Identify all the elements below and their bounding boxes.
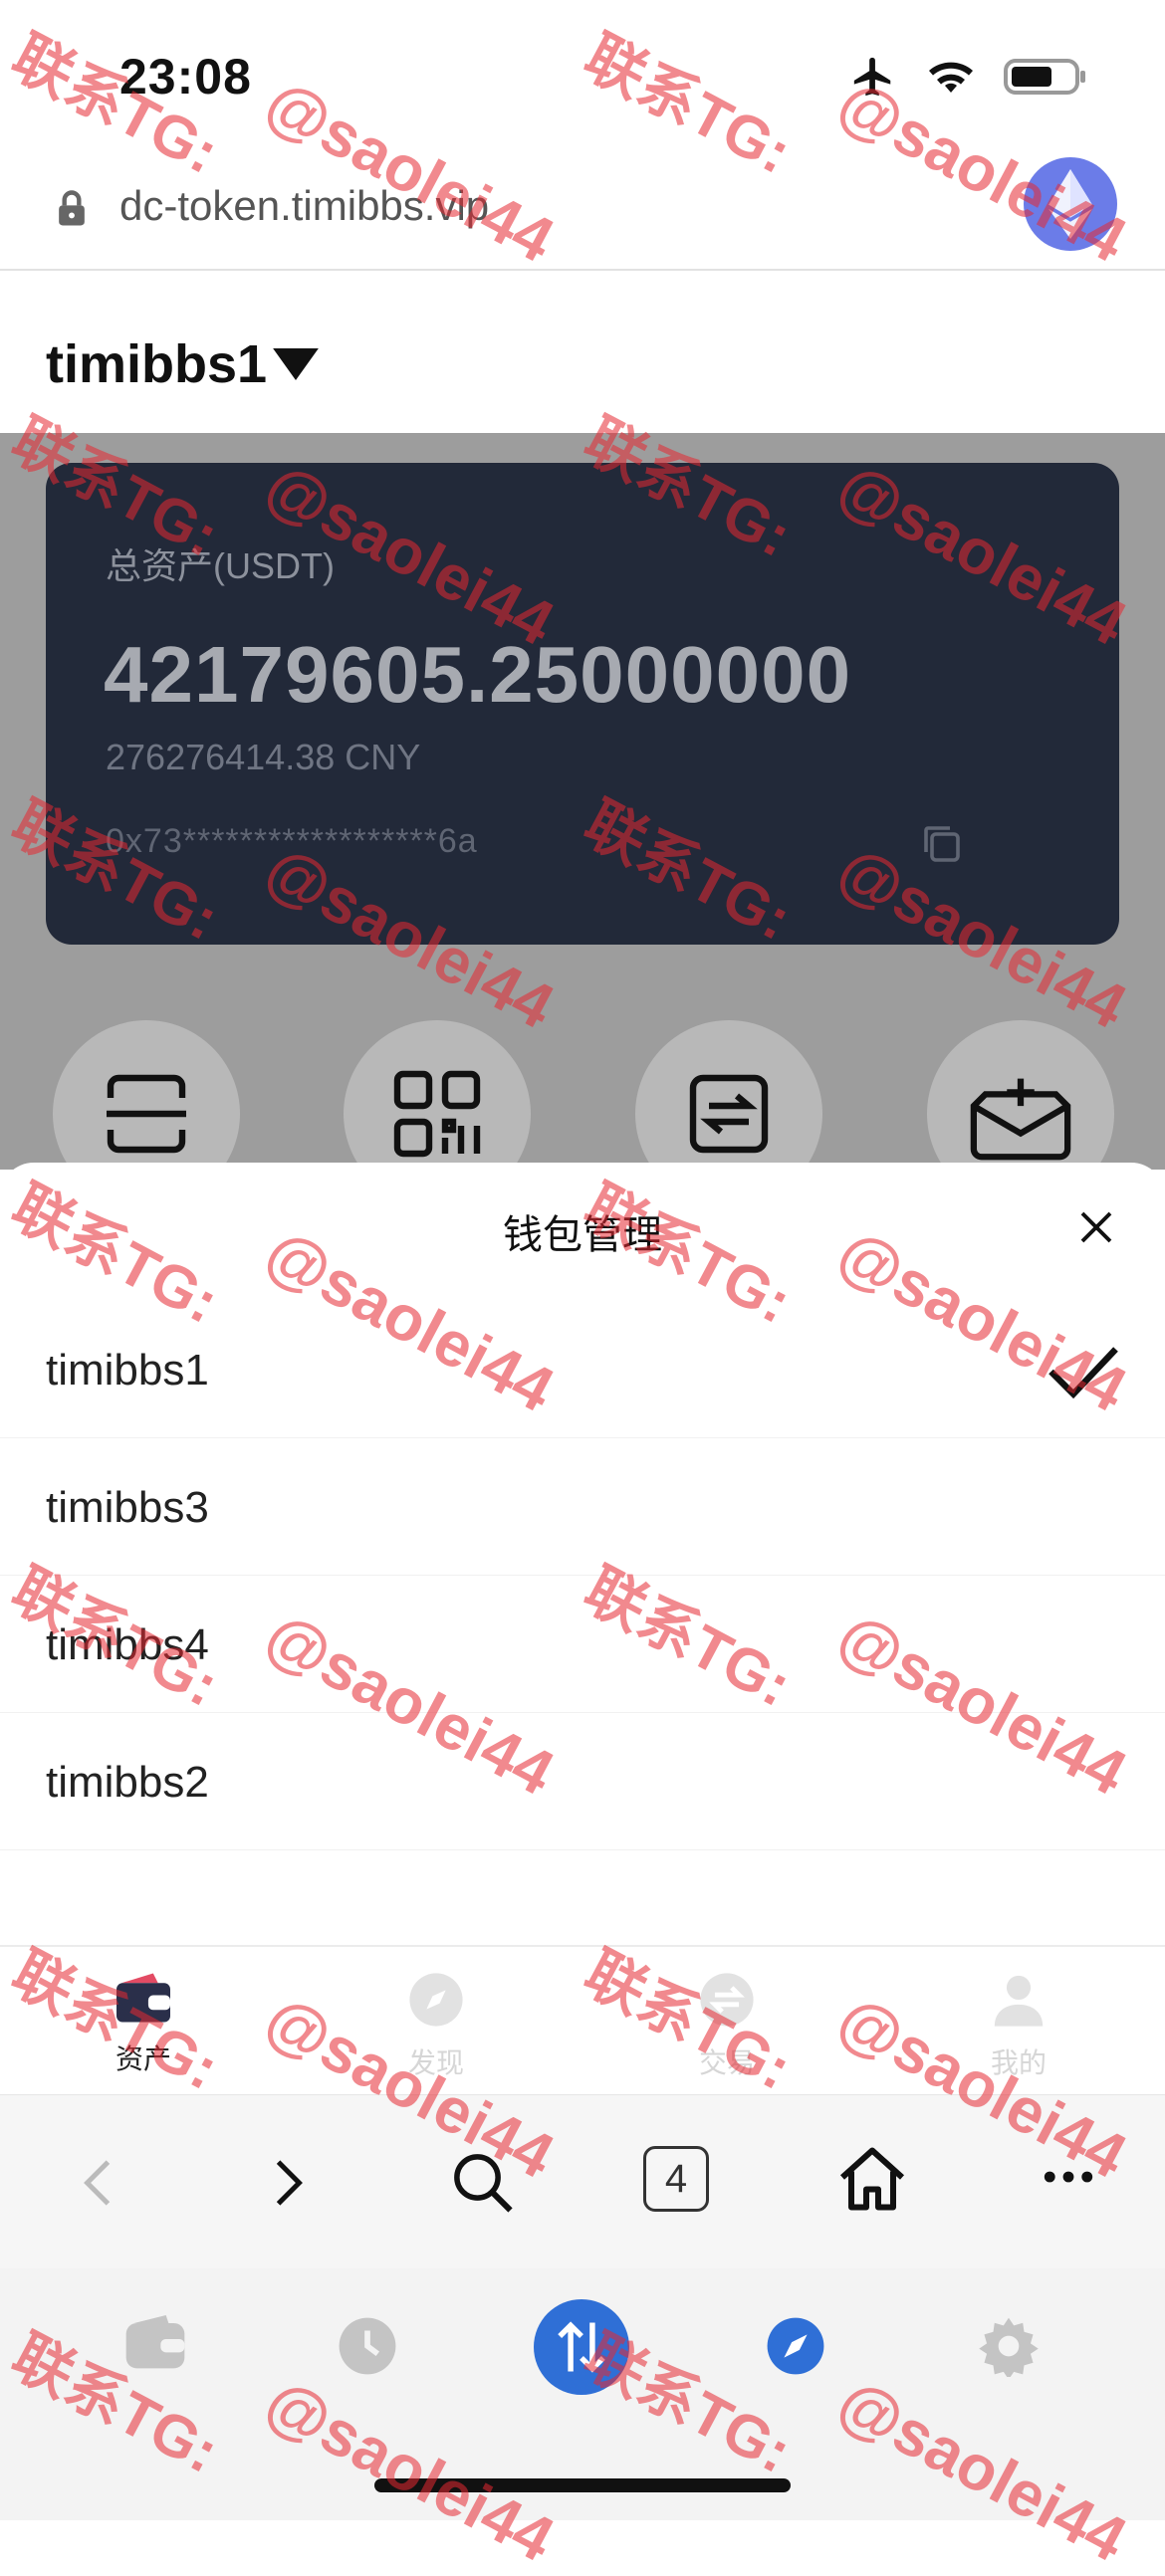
compass-icon	[409, 1973, 463, 2027]
settings-gear-icon[interactable]	[978, 2315, 1040, 2382]
wallet-row-label: timibbs1	[46, 1346, 209, 1395]
wallet-icon	[116, 1973, 170, 2023]
back-icon[interactable]	[80, 2158, 116, 2213]
ethereum-network-icon[interactable]	[1024, 157, 1117, 251]
sheet-title: 钱包管理	[503, 1213, 662, 1257]
wifi-icon	[929, 62, 973, 93]
swap-arrows-icon	[558, 2321, 605, 2373]
wallet-row[interactable]: timibbs3	[0, 1437, 1165, 1576]
wallet-row[interactable]: timibbs1	[0, 1300, 1165, 1438]
url-divider	[0, 269, 1165, 271]
url-address[interactable]: dc-token.timibbs.vip	[119, 182, 489, 230]
wallet-name: timibbs1	[46, 334, 268, 394]
tab-label: 发现	[407, 2047, 464, 2078]
copy-icon[interactable]	[918, 820, 966, 873]
history-clock-icon[interactable]	[337, 2315, 398, 2382]
home-indicator	[374, 2478, 791, 2492]
search-icon[interactable]	[450, 2150, 516, 2221]
tab-label: 资产	[115, 2043, 171, 2074]
wallet-row[interactable]: timibbs2	[0, 1712, 1165, 1850]
watermark-text: 联系TG:	[574, 23, 803, 187]
discover-compass-icon[interactable]	[765, 2315, 826, 2382]
wallet-address: 0x73******************6a	[106, 822, 478, 860]
browser-toolbar	[0, 2094, 1165, 2269]
more-icon[interactable]	[1044, 2170, 1093, 2189]
user-icon	[994, 1975, 1044, 2027]
wallet-selector[interactable]: timibbs1	[46, 333, 319, 395]
swap-button[interactable]	[534, 2299, 629, 2395]
watermark-text: @saolei44	[254, 65, 566, 277]
triangle-down-icon	[273, 348, 319, 380]
wallet-row-label: timibbs4	[46, 1620, 209, 1669]
tab-trade[interactable]: 交易	[667, 1971, 787, 2081]
forward-icon[interactable]	[271, 2158, 307, 2213]
transfer-icon	[689, 1074, 769, 1154]
asset-cny-value: 276276414.38 CNY	[106, 737, 421, 777]
wallet-row[interactable]: timibbs4	[0, 1575, 1165, 1713]
tab-mine[interactable]: 我的	[959, 1971, 1078, 2081]
scan-icon	[107, 1074, 186, 1154]
checkmark-icon	[1046, 1342, 1121, 1406]
inbox-plus-icon	[970, 1078, 1071, 1161]
wallet-dock-icon[interactable]	[123, 2315, 187, 2376]
tab-label: 交易	[698, 2047, 755, 2078]
home-icon[interactable]	[836, 2144, 908, 2219]
lock-icon	[50, 187, 94, 236]
close-icon[interactable]	[1075, 1206, 1117, 1253]
total-asset-value: 42179605.25000000	[104, 630, 852, 719]
qr-code-icon	[393, 1070, 481, 1158]
status-icons	[848, 54, 1087, 100]
total-asset-label: 总资产(USDT)	[106, 545, 335, 586]
status-time: 23:08	[119, 49, 252, 105]
wallet-row-label: timibbs3	[46, 1483, 209, 1532]
exchange-icon	[700, 1973, 754, 2027]
wallet-row-label: timibbs2	[46, 1758, 209, 1807]
tabs-count-button[interactable]: 4	[643, 2146, 709, 2212]
airplane-icon	[853, 57, 891, 97]
tab-discover[interactable]: 发现	[376, 1971, 496, 2081]
battery-icon	[1004, 59, 1085, 95]
tab-label: 我的	[990, 2047, 1047, 2078]
tab-assets[interactable]: 资产	[84, 1971, 203, 2077]
tabs-count: 4	[664, 2156, 688, 2201]
